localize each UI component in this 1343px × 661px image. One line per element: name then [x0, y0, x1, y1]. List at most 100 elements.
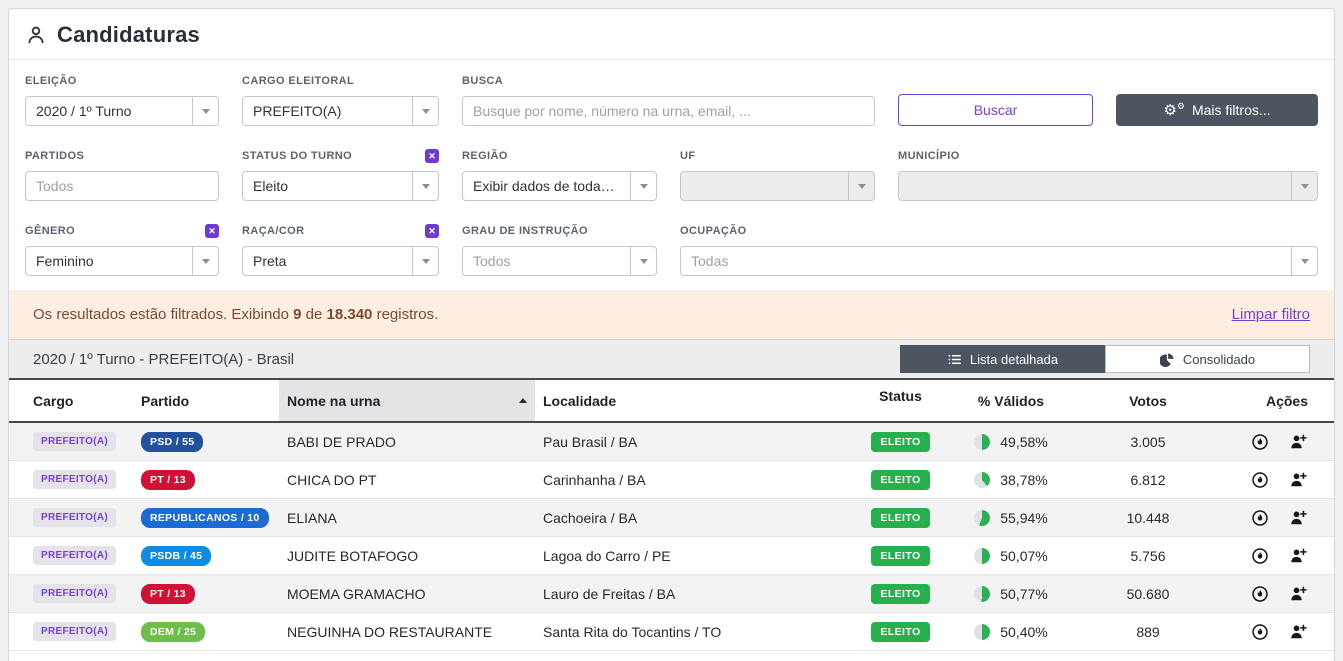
consolidado-button[interactable]: Consolidado	[1105, 345, 1310, 373]
party-badge: PSDB / 45	[141, 546, 211, 566]
pie-indicator-icon	[974, 510, 990, 526]
person-add-icon[interactable]	[1289, 470, 1308, 489]
filter-label: ELEIÇÃO	[25, 75, 77, 87]
table-row[interactable]: PREFEITO(A) PSD / 55 BABI DE PRADO Pau B…	[9, 423, 1334, 461]
col-votos[interactable]: Votos	[1074, 380, 1222, 421]
partidos-input[interactable]	[25, 171, 219, 201]
locality: Carinhanha / BA	[535, 472, 853, 488]
filter-label: RAÇA/COR	[242, 225, 304, 237]
mais-filtros-button[interactable]: ⚙⚙ Mais filtros...	[1116, 94, 1318, 126]
locality: Cachoeira / BA	[535, 510, 853, 526]
raca-select[interactable]: Preta	[242, 246, 439, 276]
filter-label: GRAU DE INSTRUÇÃO	[462, 225, 588, 237]
results-title: 2020 / 1º Turno - PREFEITO(A) - Brasil	[33, 351, 294, 368]
search-input[interactable]	[462, 96, 875, 126]
page-title: Candidaturas	[57, 22, 200, 48]
filter-busca: BUSCA	[462, 73, 875, 126]
limpar-filtro-link[interactable]: Limpar filtro	[1232, 306, 1310, 323]
table-body: PREFEITO(A) PSD / 55 BABI DE PRADO Pau B…	[9, 423, 1334, 651]
table-row[interactable]: PREFEITO(A) REPUBLICANOS / 10 ELIANA Cac…	[9, 499, 1334, 537]
pie-indicator-icon	[974, 624, 990, 640]
ocupacao-select[interactable]: Todas	[680, 246, 1318, 276]
flame-icon[interactable]	[1251, 471, 1269, 489]
col-acoes: Ações	[1222, 380, 1334, 421]
filter-label: BUSCA	[462, 75, 503, 87]
cargo-badge: PREFEITO(A)	[33, 584, 116, 603]
filter-label: OCUPAÇÃO	[680, 225, 747, 237]
table-row[interactable]: PREFEITO(A) PT / 13 MOEMA GRAMACHO Lauro…	[9, 575, 1334, 613]
person-add-icon[interactable]	[1289, 622, 1308, 641]
genero-select[interactable]: Feminino	[25, 246, 219, 276]
pct-validos-value: 49,58%	[1000, 434, 1047, 450]
flame-icon[interactable]	[1251, 585, 1269, 603]
chevron-down-icon	[630, 247, 656, 275]
status-badge: ELEITO	[871, 622, 929, 642]
grau-select[interactable]: Todos	[462, 246, 657, 276]
chevron-down-icon	[412, 97, 438, 125]
filter-grau: GRAU DE INSTRUÇÃO Todos	[462, 223, 657, 276]
votes-value: 5.756	[1074, 548, 1222, 564]
table-row[interactable]: PREFEITO(A) PSDB / 45 JUDITE BOTAFOGO La…	[9, 537, 1334, 575]
regiao-select[interactable]: Exibir dados de todas ...	[462, 171, 657, 201]
person-add-icon[interactable]	[1289, 508, 1308, 527]
cargo-badge: PREFEITO(A)	[33, 546, 116, 565]
candidaturas-panel: Candidaturas ELEIÇÃO 2020 / 1º Turno CAR…	[8, 8, 1335, 661]
status-badge: ELEITO	[871, 584, 929, 604]
col-nome-na-urna[interactable]: Nome na urna	[279, 380, 535, 421]
locality: Santa Rita do Tocantins / TO	[535, 624, 853, 640]
lista-detalhada-button[interactable]: Lista detalhada	[900, 345, 1105, 373]
cargo-badge: PREFEITO(A)	[33, 470, 116, 489]
results-table: Cargo Partido Nome na urna Localidade St…	[9, 380, 1334, 651]
flame-icon[interactable]	[1251, 623, 1269, 641]
status-turno-select[interactable]: Eleito	[242, 171, 439, 201]
clear-filter-icon[interactable]: ✕	[205, 224, 219, 238]
col-partido[interactable]: Partido	[133, 380, 279, 421]
municipio-select	[898, 171, 1318, 201]
candidate-name: CHICA DO PT	[279, 472, 535, 488]
votes-value: 889	[1074, 624, 1222, 640]
chevron-down-icon	[192, 247, 218, 275]
cargo-select[interactable]: PREFEITO(A)	[242, 96, 439, 126]
person-add-icon[interactable]	[1289, 432, 1308, 451]
pie-indicator-icon	[974, 586, 990, 602]
table-row[interactable]: PREFEITO(A) PT / 13 CHICA DO PT Carinhan…	[9, 461, 1334, 499]
person-add-icon[interactable]	[1289, 584, 1308, 603]
cargo-badge: PREFEITO(A)	[33, 622, 116, 641]
chevron-down-icon	[1291, 247, 1317, 275]
filter-label: UF	[680, 150, 695, 162]
pct-validos-value: 50,77%	[1000, 586, 1047, 602]
pct-validos-value: 55,94%	[1000, 510, 1047, 526]
filter-label: REGIÃO	[462, 150, 508, 162]
buscar-button[interactable]: Buscar	[898, 94, 1093, 126]
eleicao-select[interactable]: 2020 / 1º Turno	[25, 96, 219, 126]
votes-value: 50.680	[1074, 586, 1222, 602]
pct-validos-value: 50,40%	[1000, 624, 1047, 640]
table-row[interactable]: PREFEITO(A) DEM / 25 NEGUINHA DO RESTAUR…	[9, 613, 1334, 651]
filter-regiao: REGIÃO Exibir dados de todas ...	[462, 148, 657, 201]
clear-filter-icon[interactable]: ✕	[425, 149, 439, 163]
party-badge: DEM / 25	[141, 622, 205, 642]
filter-notice: Os resultados estão filtrados. Exibindo …	[9, 290, 1334, 340]
status-badge: ELEITO	[871, 470, 929, 490]
filter-partidos: PARTIDOS	[25, 148, 219, 201]
col-localidade[interactable]: Localidade	[535, 380, 853, 421]
flame-icon[interactable]	[1251, 509, 1269, 527]
filter-status-turno: STATUS DO TURNO ✕ Eleito	[242, 148, 439, 201]
col-cargo[interactable]: Cargo	[9, 380, 133, 421]
flame-icon[interactable]	[1251, 547, 1269, 565]
pie-indicator-icon	[974, 434, 990, 450]
flame-icon[interactable]	[1251, 433, 1269, 451]
page-header: Candidaturas	[9, 9, 1334, 60]
uf-select	[680, 171, 875, 201]
candidate-name: JUDITE BOTAFOGO	[279, 548, 535, 564]
clear-filter-icon[interactable]: ✕	[425, 224, 439, 238]
pie-indicator-icon	[974, 548, 990, 564]
filter-cargo: CARGO ELEITORAL PREFEITO(A)	[242, 73, 439, 126]
chevron-down-icon	[412, 172, 438, 200]
person-add-icon[interactable]	[1289, 546, 1308, 565]
col-status[interactable]: Status	[853, 380, 948, 421]
filter-ocupacao: OCUPAÇÃO Todas	[680, 223, 1318, 276]
col-pct-validos[interactable]: % Válidos	[948, 380, 1074, 421]
filter-eleicao: ELEIÇÃO 2020 / 1º Turno	[25, 73, 219, 126]
gears-icon: ⚙⚙	[1163, 102, 1185, 118]
